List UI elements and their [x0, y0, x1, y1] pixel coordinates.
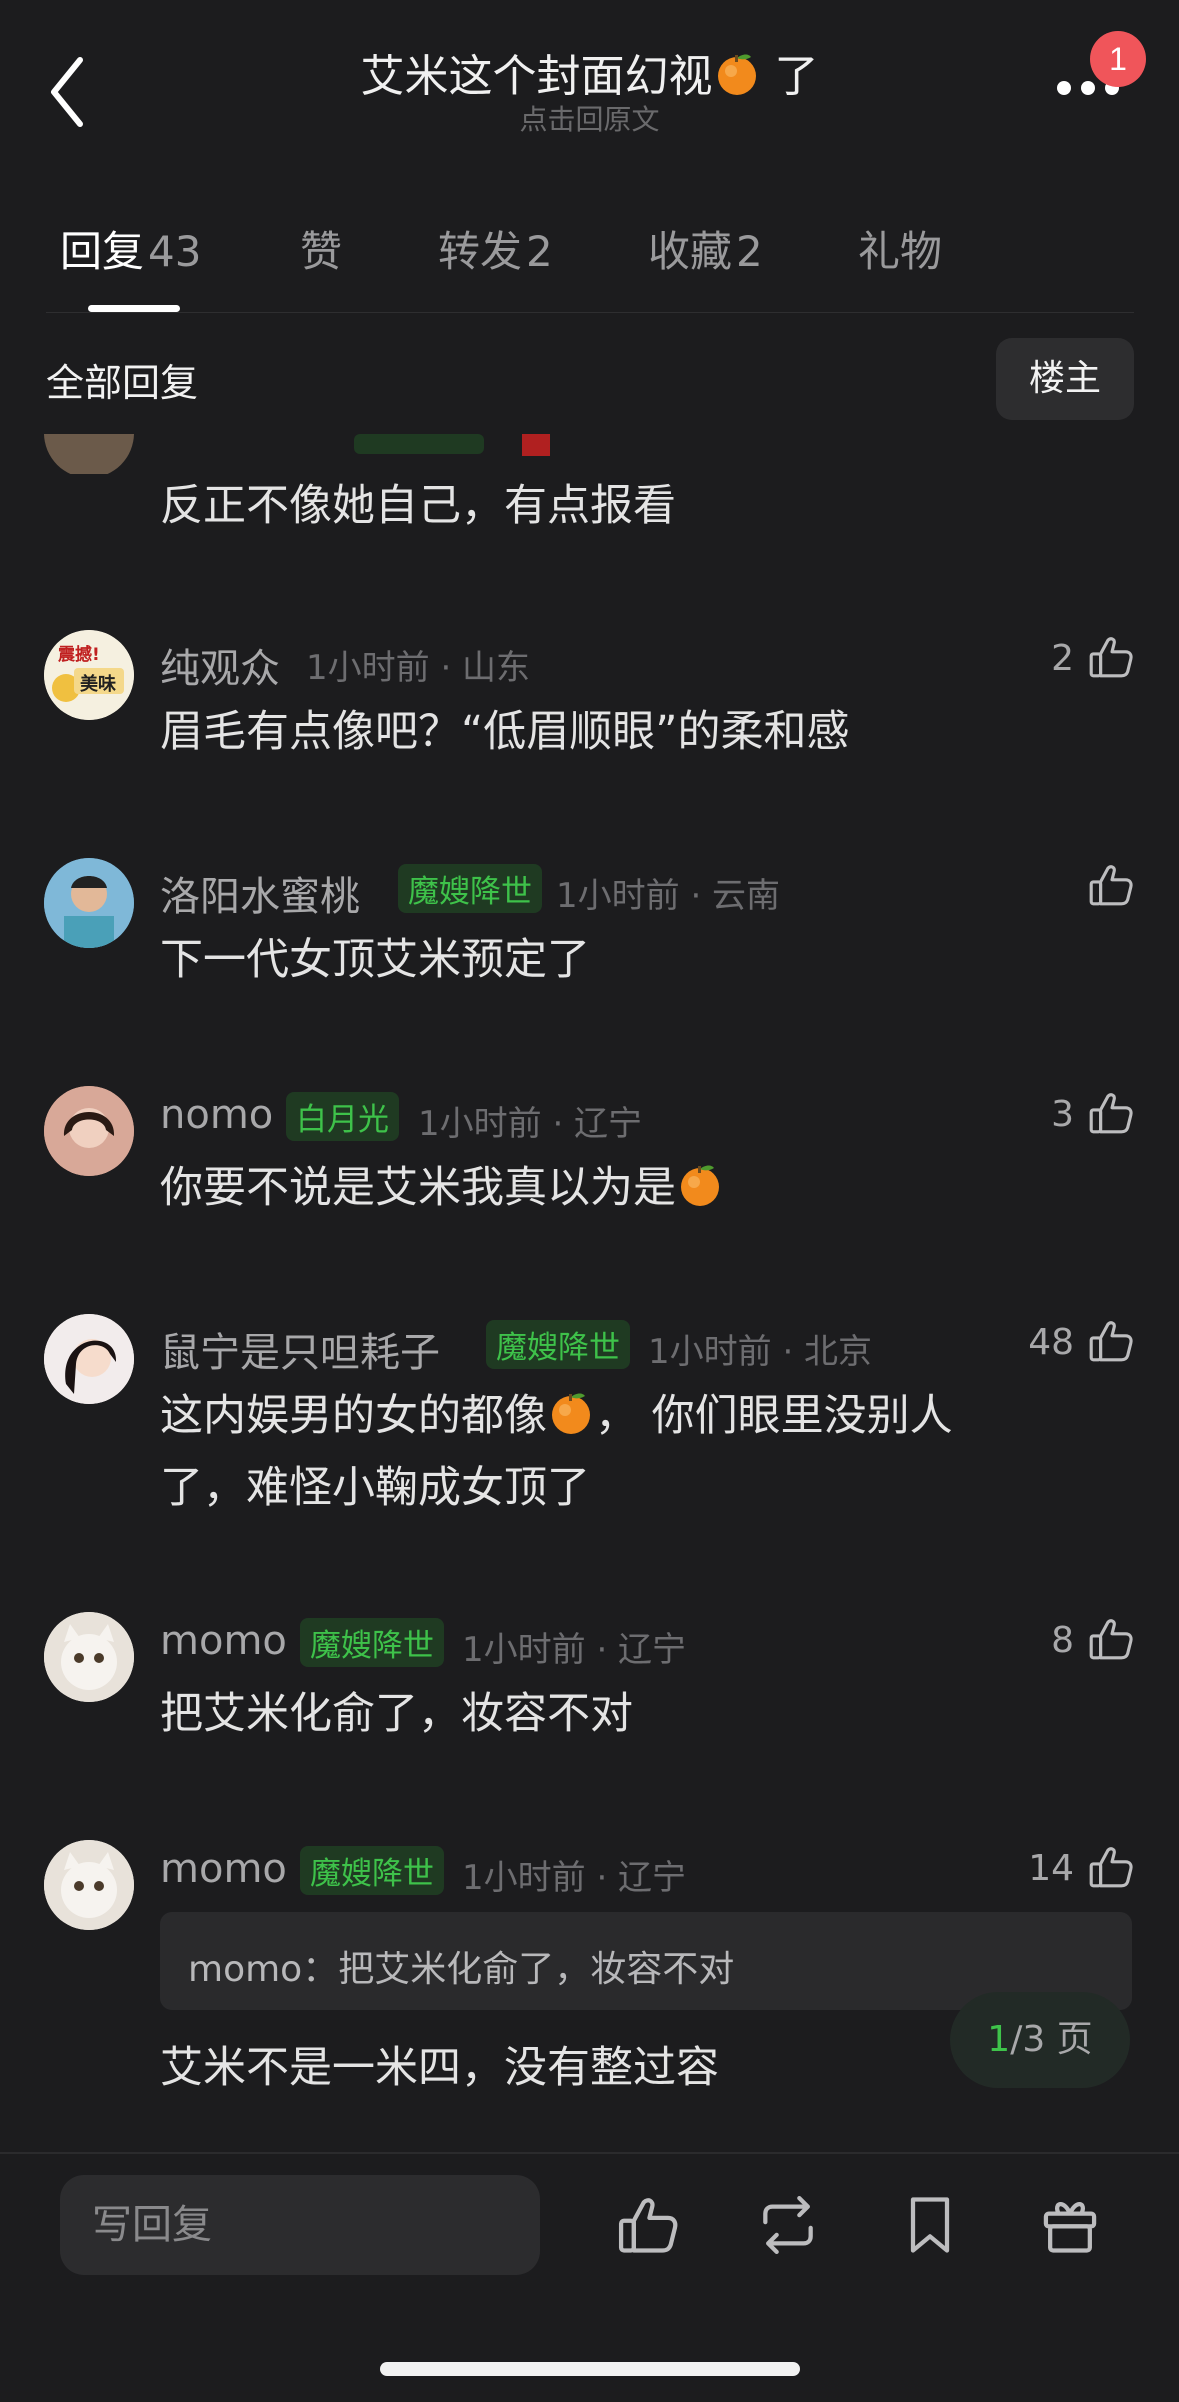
bottom-bar-divider: [0, 2152, 1179, 2154]
comment-meta: 1小时前 · 辽宁: [418, 1104, 643, 1144]
tab-divider: [46, 312, 1134, 313]
avatar-cat: [44, 1612, 134, 1702]
comment-text: 这内娱男的女的都像， 你们眼里没别人: [160, 1380, 953, 1452]
username[interactable]: momo: [160, 1846, 287, 1892]
thumbs-up-icon[interactable]: [614, 2191, 682, 2259]
active-tab-indicator: [88, 305, 180, 312]
badge-icon: [522, 434, 550, 456]
comment-meta: 1小时前 · 山东: [306, 648, 531, 688]
user-tag: 魔嫂降世: [300, 1618, 444, 1667]
comment-text: 反正不像她自己，有点报看: [160, 481, 676, 531]
comment-text: 下一代女顶艾米预定了: [160, 935, 590, 985]
avatar-photo: [44, 858, 134, 948]
avatar[interactable]: [44, 1840, 134, 1930]
thumbs-up-icon[interactable]: [1086, 632, 1136, 682]
quoted-reply-text: momo：把艾米化俞了，妆容不对: [188, 1949, 735, 1990]
home-indicator: [380, 2362, 800, 2376]
tab-replies[interactable]: 回复43: [60, 218, 201, 279]
comment-meta: 1小时前 · 辽宁: [462, 1858, 687, 1898]
like-count: 14: [1028, 1848, 1074, 1889]
username[interactable]: nomo: [160, 1092, 273, 1138]
section-title: 全部回复: [46, 361, 199, 405]
thumbs-up-icon[interactable]: [1086, 1614, 1136, 1664]
repost-icon[interactable]: [754, 2191, 822, 2259]
user-tag: 魔嫂降世: [300, 1846, 444, 1895]
comment-text: 艾米不是一米四，没有整过容: [160, 2043, 719, 2093]
avatar-cat: [44, 1840, 134, 1930]
avatar[interactable]: [44, 858, 134, 948]
tab-gifts[interactable]: 礼物: [858, 218, 942, 279]
reply-input[interactable]: 写回复: [60, 2175, 540, 2275]
orange-emoji-icon: [547, 1388, 595, 1436]
scrolled-comment-header: [44, 434, 1144, 474]
like-count: 2: [1051, 638, 1074, 679]
username[interactable]: momo: [160, 1618, 287, 1664]
like-count: 8: [1051, 1620, 1074, 1661]
like-count: 48: [1028, 1322, 1074, 1363]
avatar[interactable]: 震撼! 美味: [44, 630, 134, 720]
avatar[interactable]: [44, 1086, 134, 1176]
user-tag: 魔嫂降世: [398, 864, 542, 913]
back-to-original-link[interactable]: 点击回原文: [0, 98, 1179, 138]
like-count: 3: [1051, 1094, 1074, 1135]
username[interactable]: 鼠宁是只呾耗子: [160, 1320, 440, 1378]
avatar-photo: [44, 1086, 134, 1176]
comment-text-line2: 了，难怪小鞠成女顶了: [160, 1463, 590, 1513]
orange-emoji-icon: [676, 1160, 724, 1208]
comment-text: 把艾米化俞了，妆容不对: [160, 1689, 633, 1739]
thumbs-up-icon[interactable]: [1086, 1316, 1136, 1366]
orange-emoji-icon: [713, 49, 761, 97]
avatar[interactable]: [44, 434, 134, 474]
thumbs-up-icon[interactable]: [1086, 1842, 1136, 1892]
comment-text: 眉毛有点像吧？“低眉顺眼”的柔和感: [160, 707, 850, 757]
thumbs-up-icon[interactable]: [1086, 860, 1136, 910]
gift-icon[interactable]: [1036, 2191, 1104, 2259]
tab-reposts[interactable]: 转发2: [438, 218, 553, 279]
bookmark-icon[interactable]: [896, 2191, 964, 2259]
user-tag: 魔嫂降世: [486, 1320, 630, 1369]
comment-meta: 1小时前 · 北京: [648, 1332, 873, 1372]
thumbs-up-icon[interactable]: [1086, 1088, 1136, 1138]
username[interactable]: 纯观众: [160, 636, 280, 694]
comment-text: 你要不说是艾米我真以为是: [160, 1152, 724, 1224]
username[interactable]: 洛阳水蜜桃: [160, 864, 360, 922]
avatar[interactable]: [44, 1314, 134, 1404]
user-tag: 白月光: [286, 1092, 399, 1141]
owner-only-button[interactable]: 楼主: [996, 338, 1134, 420]
avatar-photo: [44, 1314, 134, 1404]
avatar[interactable]: [44, 1612, 134, 1702]
page-indicator[interactable]: 1/3 页: [950, 1992, 1130, 2088]
tag: [354, 434, 484, 454]
post-title[interactable]: 艾米这个封面幻视 了: [0, 40, 1179, 104]
comment-meta: 1小时前 · 辽宁: [462, 1630, 687, 1670]
comment-meta: 1小时前 · 云南: [556, 876, 781, 916]
tab-likes[interactable]: 赞: [300, 218, 342, 279]
notification-badge: 1: [1090, 31, 1146, 87]
tab-favorites[interactable]: 收藏2: [648, 218, 763, 279]
